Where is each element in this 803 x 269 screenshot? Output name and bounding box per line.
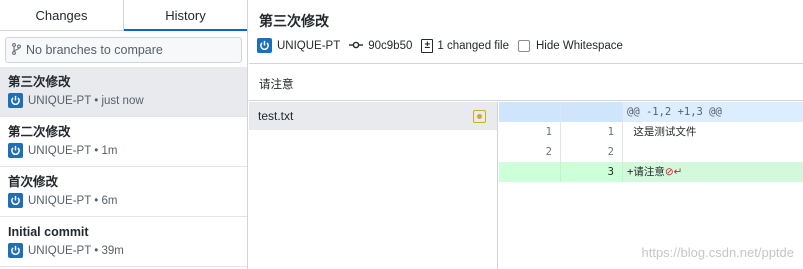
hide-whitespace-label[interactable]: Hide Whitespace	[536, 40, 623, 52]
old-line-number: 1	[499, 122, 561, 142]
new-line-number: 1	[561, 122, 623, 142]
diff-view: @@ -1,2 +1,3 @@ 1 1 这是测试文件 2 2 3 +请注意⊘↵	[499, 102, 803, 182]
page-title: 第三次修改	[259, 13, 329, 29]
commit-list-item[interactable]: 第三次修改 UNIQUE-PT • just now	[0, 67, 247, 117]
commit-list-item[interactable]: 首次修改 UNIQUE-PT • 6m	[0, 167, 247, 217]
commit-title: Initial commit	[8, 225, 89, 239]
git-commit-icon	[349, 40, 364, 52]
commit-meta: UNIQUE-PT • 39m	[28, 244, 124, 257]
commit-header: 第三次修改 UNIQUE-PT 90c9b50 ± 1 changed file…	[249, 0, 803, 64]
avatar	[8, 193, 23, 208]
old-line-number	[499, 162, 561, 182]
diff-line: 2 2	[499, 142, 803, 162]
watermark: https://blog.csdn.net/pptde	[641, 245, 795, 260]
file-list-item[interactable]: test.txt	[249, 102, 497, 130]
hunk-text: @@ -1,2 +1,3 @@	[627, 106, 722, 118]
no-newline-icon: ⊘↵	[664, 166, 683, 178]
changed-files-list: test.txt	[249, 102, 498, 269]
changed-files-count: 1 changed file	[437, 39, 509, 52]
diff-line-added: 3 +请注意⊘↵	[499, 162, 803, 182]
line-text: 这是测试文件	[627, 126, 697, 138]
hide-whitespace-checkbox[interactable]	[518, 39, 530, 52]
avatar	[8, 243, 23, 258]
line-text: +请注意	[627, 166, 665, 178]
power-icon	[11, 245, 20, 256]
commit-author: UNIQUE-PT	[277, 39, 341, 52]
history-sidebar: Changes History No branches to compare 第…	[0, 0, 248, 269]
commit-list-item[interactable]: Initial commit UNIQUE-PT • 39m	[0, 217, 247, 267]
new-line-number: 3	[561, 162, 623, 182]
power-icon	[260, 40, 269, 51]
avatar	[8, 143, 23, 158]
compare-branch-input[interactable]: No branches to compare	[5, 37, 242, 63]
commit-list-item[interactable]: 第二次修改 UNIQUE-PT • 1m	[0, 117, 247, 167]
tab-history[interactable]: History	[124, 0, 247, 31]
commit-meta: UNIQUE-PT • just now	[28, 94, 144, 107]
commit-title: 第二次修改	[8, 125, 71, 139]
new-line-number: 2	[561, 142, 623, 162]
commit-summary-meta: UNIQUE-PT 90c9b50 ± 1 changed file Hide …	[257, 38, 623, 53]
diff-line: 1 1 这是测试文件	[499, 122, 803, 142]
file-diff-icon: ±	[421, 38, 434, 53]
avatar	[257, 38, 272, 53]
commit-title: 第三次修改	[8, 75, 71, 89]
power-icon	[11, 145, 20, 156]
power-icon	[11, 95, 20, 106]
avatar	[8, 93, 23, 108]
commit-sha[interactable]: 90c9b50	[368, 40, 412, 52]
compare-placeholder: No branches to compare	[26, 43, 163, 57]
sidebar-tabs: Changes History	[0, 0, 247, 31]
file-name: test.txt	[258, 109, 294, 123]
commit-meta: UNIQUE-PT • 1m	[28, 144, 118, 157]
modified-status-icon	[473, 109, 486, 123]
old-line-number: 2	[499, 142, 561, 162]
commit-meta: UNIQUE-PT • 6m	[28, 194, 118, 207]
power-icon	[11, 195, 20, 206]
commit-description: 请注意	[249, 65, 803, 101]
commit-title: 首次修改	[8, 175, 59, 189]
diff-hunk-header: @@ -1,2 +1,3 @@	[499, 102, 803, 122]
line-text	[623, 142, 803, 162]
tab-changes[interactable]: Changes	[0, 0, 124, 30]
branch-icon	[12, 42, 21, 58]
